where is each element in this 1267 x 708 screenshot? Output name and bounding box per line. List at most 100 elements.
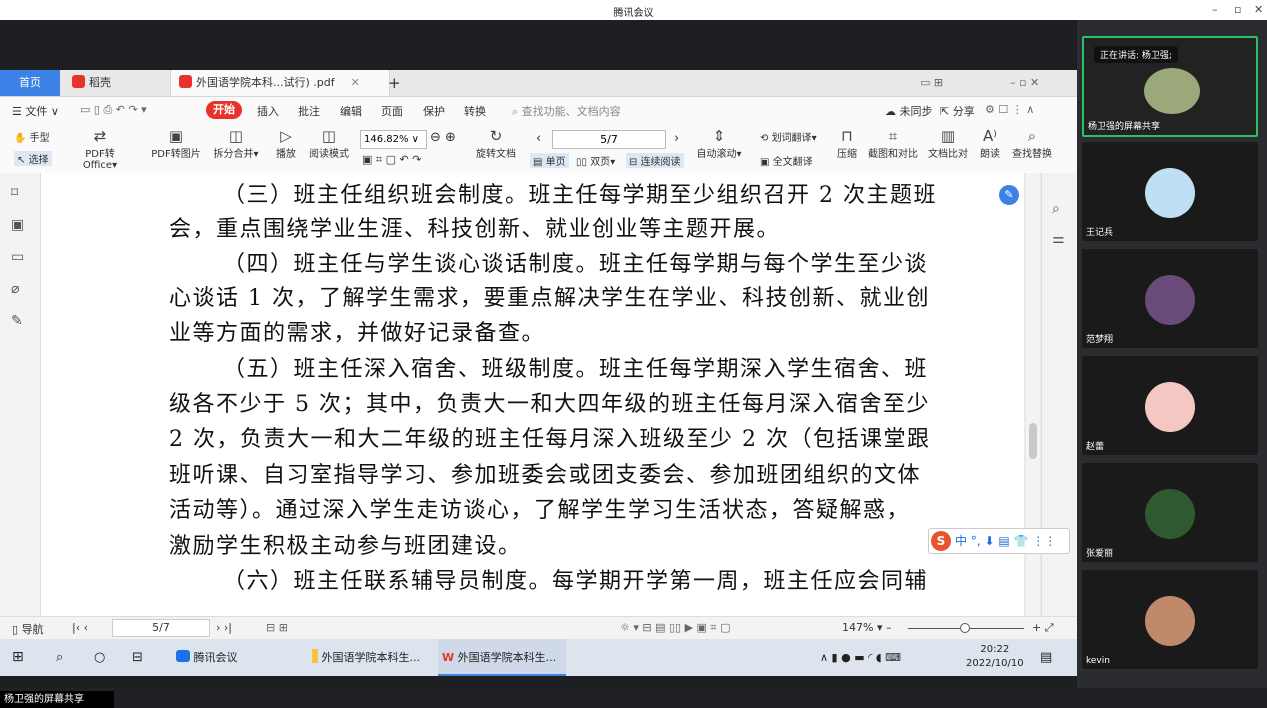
zoom-slider-handle[interactable] xyxy=(960,623,970,633)
more-icons[interactable]: ⚙ ☐ ⋮ ∧ xyxy=(985,103,1034,116)
select-tool[interactable]: ↖ 选择 xyxy=(14,151,52,166)
comment-icon[interactable]: ▭ xyxy=(11,249,24,265)
menu-edit[interactable]: 编辑 xyxy=(340,103,362,119)
doc-line: （五）班主任深入宿舍、班级制度。班主任每学期深入学生宿舍、班 xyxy=(223,357,929,382)
read-aloud-button[interactable]: A⁾ 朗读 xyxy=(976,127,1004,160)
back-forward-icons[interactable]: ⊟ ⊞ xyxy=(266,621,288,634)
participant-tile[interactable]: 王记兵 xyxy=(1082,142,1258,241)
zoom-select[interactable]: 146.82% ∨ xyxy=(360,130,427,149)
tab-pdf-document[interactable]: 外国语学院本科...试行) .pdf ✕ xyxy=(170,70,390,96)
zoom-in-fullscreen[interactable]: + ⤢ xyxy=(1032,621,1054,635)
participant-name: 范梦翔 xyxy=(1086,335,1114,345)
clock[interactable]: 20:22 2022/10/10 xyxy=(966,643,1024,671)
taskbar-folder[interactable]: 外国语学院本科生... xyxy=(308,639,436,676)
split-merge-button[interactable]: ◫ 拆分合并▾ xyxy=(210,127,262,160)
meeting-title: 腾讯会议 xyxy=(613,8,654,19)
close-button[interactable]: ✕ xyxy=(1254,3,1263,16)
taskbar-tencent-meeting[interactable]: 腾讯会议 xyxy=(172,639,304,676)
menu-convert[interactable]: 转换 xyxy=(464,103,486,119)
tab-bar: 首页 稻壳 外国语学院本科...试行) .pdf ✕ + ▭ ⊞ – ▫ ✕ xyxy=(0,70,1077,97)
menu-insert[interactable]: 插入 xyxy=(257,103,279,119)
hand-tool[interactable]: ✋ 手型 xyxy=(14,129,50,144)
search-placeholder: 查找功能、文档内容 xyxy=(521,105,621,118)
file-menu[interactable]: ☰ 文件 ∨ xyxy=(12,103,59,119)
magnifier-icon[interactable]: ⌕ xyxy=(1052,201,1060,217)
next-page-button[interactable]: › xyxy=(674,131,679,146)
doc-line: 班听课、自习室指导学习、参加班委会或团支委会、参加班团组织的文体 xyxy=(169,463,922,488)
ime-toolbar[interactable]: S 中 °, ⬇ ▤ 👕 ⋮⋮ xyxy=(928,528,1070,554)
cortana-icon[interactable]: ○ xyxy=(94,639,105,676)
minimize-button[interactable]: – xyxy=(1212,3,1218,16)
document-page[interactable]: （三）班主任组织班会制度。班主任每学期至少组织召开 2 次主题班 会，重点围绕学… xyxy=(41,173,1024,616)
compress-button[interactable]: ⊓ 压缩 xyxy=(832,127,862,160)
pdf-to-image-button[interactable]: ▣ PDF转图片 xyxy=(148,127,204,160)
compress-label: 压缩 xyxy=(837,149,857,160)
window-layout-icon[interactable]: ▭ ⊞ xyxy=(920,70,943,96)
taskbar-wps[interactable]: W 外国语学院本科生... xyxy=(438,639,566,676)
find-replace-button[interactable]: ⌕ 查找替换 xyxy=(1010,127,1054,160)
thumbnail-icon[interactable]: ▣ xyxy=(11,217,24,233)
windows-start-icon[interactable]: ⊞ xyxy=(12,639,24,676)
participant-tile[interactable]: 赵蕾 xyxy=(1082,356,1258,455)
window-controls[interactable]: – ▫ ✕ xyxy=(1010,70,1039,96)
first-prev-page[interactable]: |‹ ‹ xyxy=(72,621,88,634)
tab-docer[interactable]: 稻壳 xyxy=(64,70,172,96)
prev-page-button[interactable]: ‹ xyxy=(536,131,541,146)
share-button[interactable]: ⇱ 分享 xyxy=(940,103,975,119)
menu-annotate[interactable]: 批注 xyxy=(298,103,320,119)
status-zoom[interactable]: 147% ▾ – xyxy=(842,621,891,634)
zoom-icons[interactable]: ⊖ ⊕ xyxy=(430,130,456,145)
participant-name: 王记兵 xyxy=(1086,228,1114,238)
participant-tile[interactable]: kevin xyxy=(1082,570,1258,669)
rotate-icon: ↻ xyxy=(489,127,503,145)
participant-tile[interactable]: 张爱丽 xyxy=(1082,463,1258,562)
signature-icon[interactable]: ✎ xyxy=(11,313,23,329)
start-tab[interactable]: 开始 xyxy=(206,101,242,119)
full-translate-button[interactable]: ▣ 全文翻译 xyxy=(760,153,813,168)
close-tab-icon[interactable]: ✕ xyxy=(351,76,360,89)
clock-time: 20:22 xyxy=(980,644,1010,655)
next-last-page[interactable]: › ›| xyxy=(216,621,232,634)
attachment-icon[interactable]: ⌀ xyxy=(11,281,19,297)
read-mode-label: 阅读模式 xyxy=(309,149,349,160)
scroll-thumb[interactable] xyxy=(1029,423,1037,459)
single-page-button[interactable]: ▤ 单页 xyxy=(530,153,569,168)
quick-access-icons[interactable]: ▭ ▯ ⎙ ↶ ↷ ▾ xyxy=(80,103,147,117)
read-aloud-label: 朗读 xyxy=(980,149,1000,160)
notification-icon[interactable]: ▤ xyxy=(1040,639,1052,676)
avatar xyxy=(1144,68,1200,114)
word-translate-button[interactable]: ⟲ 划词翻译▾ xyxy=(760,129,817,144)
menu-protect[interactable]: 保护 xyxy=(423,103,445,119)
search-box[interactable]: ⌕ 查找功能、文档内容 xyxy=(512,103,621,119)
bookmark-icon[interactable]: ⌑ xyxy=(11,185,18,201)
new-tab-button[interactable]: + xyxy=(388,70,401,96)
participant-tile[interactable]: 正在讲话: 杨卫强; 杨卫强的屏幕共享 xyxy=(1082,36,1258,137)
search-icon[interactable]: ⌕ xyxy=(56,639,63,676)
rotate-button[interactable]: ↻ 旋转文档 xyxy=(472,127,520,160)
document-compare-button[interactable]: ▥ 文档比对 xyxy=(926,127,970,160)
settings-sliders-icon[interactable]: ⚌ xyxy=(1052,231,1065,247)
avatar xyxy=(1145,596,1195,646)
nav-toggle[interactable]: ▯ 导航 xyxy=(12,621,44,637)
maximize-button[interactable]: ▫ xyxy=(1234,3,1241,16)
read-mode-button[interactable]: ◫ 阅读模式 xyxy=(306,127,352,160)
menu-page[interactable]: 页面 xyxy=(381,103,403,119)
view-icons[interactable]: ▣ ⌗ ▢ ↶ ↷ xyxy=(362,153,421,167)
pdf-to-office-button[interactable]: ⇄ PDF转Office▾ xyxy=(70,127,130,171)
view-mode-icons[interactable]: ☼ ▾ ⊟ ▤ ▯▯ ▶ ▣ ⌗ ▢ xyxy=(620,621,731,635)
double-page-button[interactable]: ▯▯ 双页▾ xyxy=(576,153,615,168)
system-tray-icons[interactable]: ∧ ▮ ● ▬ ◜ ◖ ⌨ xyxy=(820,639,901,676)
play-button[interactable]: ▷ 播放 xyxy=(272,127,300,160)
continuous-read-button[interactable]: ⊟ 连续阅读 xyxy=(626,153,684,168)
file-menu-label: 文件 xyxy=(25,105,48,118)
participant-tile[interactable]: 范梦翔 xyxy=(1082,249,1258,348)
floating-tool-icon[interactable]: ✎ xyxy=(999,185,1019,205)
status-page-input[interactable]: 5/7 xyxy=(112,619,210,637)
page-input[interactable]: 5/7 xyxy=(552,130,666,149)
task-view-icon[interactable]: ⊟ xyxy=(132,639,143,676)
auto-scroll-button[interactable]: ⇕ 自动滚动▾ xyxy=(694,127,744,160)
screenshot-compare-button[interactable]: ⌗ 截图和对比 xyxy=(866,127,920,160)
docer-icon xyxy=(72,75,85,88)
tab-home[interactable]: 首页 xyxy=(0,70,60,96)
sync-status[interactable]: ☁ 未同步 xyxy=(885,103,933,119)
